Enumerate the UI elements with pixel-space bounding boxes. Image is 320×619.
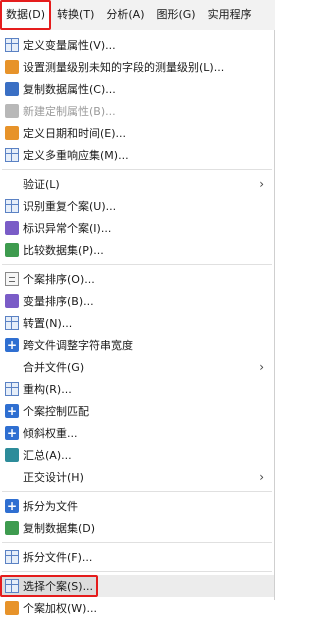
plus-icon: + bbox=[5, 338, 19, 352]
menu-graphs[interactable]: 图形(G) bbox=[150, 0, 201, 30]
separator bbox=[2, 264, 272, 265]
custom-attribute-icon bbox=[5, 104, 19, 118]
copy-properties-icon bbox=[5, 82, 19, 96]
menu-item-copy-dataset[interactable]: 复制数据集(D) bbox=[0, 517, 274, 539]
menu-item-define-variable-properties[interactable]: 定义变量属性(V)... bbox=[0, 34, 274, 56]
aggregate-icon bbox=[5, 448, 19, 462]
sort-cases-icon bbox=[5, 272, 19, 286]
plus-icon: + bbox=[5, 499, 19, 513]
menu-item-validation[interactable]: 验证(L) › bbox=[0, 173, 274, 195]
compare-datasets-icon bbox=[5, 243, 19, 257]
unusual-cases-icon bbox=[5, 221, 19, 235]
plus-icon: + bbox=[5, 426, 19, 440]
menu-item-copy-data-properties[interactable]: 复制数据属性(C)... bbox=[0, 78, 274, 100]
menu-item-set-measurement-level[interactable]: 设置测量级别未知的字段的测量级别(L)... bbox=[0, 56, 274, 78]
menu-item-orthogonal-design[interactable]: 正交设计(H) › bbox=[0, 466, 274, 488]
menu-item-split-file[interactable]: 拆分文件(F)... bbox=[0, 546, 274, 568]
chevron-right-icon: › bbox=[259, 177, 264, 191]
separator bbox=[2, 571, 272, 572]
sort-variables-icon bbox=[5, 294, 19, 308]
chevron-right-icon: › bbox=[259, 470, 264, 484]
menu-item-weight-cases[interactable]: 个案加权(W)... bbox=[0, 597, 274, 619]
menu-item-rake-weights[interactable]: + 倾斜权重... bbox=[0, 422, 274, 444]
data-dropdown-menu: 定义变量属性(V)... 设置测量级别未知的字段的测量级别(L)... 复制数据… bbox=[0, 30, 275, 615]
menu-bar: 数据(D) 转换(T) 分析(A) 图形(G) 实用程序 bbox=[0, 0, 275, 31]
menu-utilities[interactable]: 实用程序 bbox=[202, 0, 258, 30]
calendar-icon bbox=[5, 126, 19, 140]
copy-dataset-icon bbox=[5, 521, 19, 535]
menu-item-aggregate[interactable]: 汇总(A)... bbox=[0, 444, 274, 466]
chevron-right-icon: › bbox=[259, 360, 264, 374]
menu-item-define-multiple-response-sets[interactable]: 定义多重响应集(M)... bbox=[0, 144, 274, 166]
menu-item-merge-files[interactable]: 合并文件(G) › bbox=[0, 356, 274, 378]
menu-item-define-dates[interactable]: 定义日期和时间(E)... bbox=[0, 122, 274, 144]
menu-item-sort-cases[interactable]: 个案排序(O)... bbox=[0, 268, 274, 290]
menu-item-case-control-matching[interactable]: + 个案控制匹配 bbox=[0, 400, 274, 422]
weight-cases-icon bbox=[5, 601, 19, 615]
separator bbox=[2, 542, 272, 543]
menu-item-adjust-string-widths[interactable]: + 跨文件调整字符串宽度 bbox=[0, 334, 274, 356]
menu-transform[interactable]: 转换(T) bbox=[51, 0, 100, 30]
separator bbox=[2, 491, 272, 492]
select-cases-icon bbox=[5, 579, 19, 593]
menu-item-identify-duplicate-cases[interactable]: 识别重复个案(U)... bbox=[0, 195, 274, 217]
variable-properties-icon bbox=[5, 38, 19, 52]
menu-item-split-into-files[interactable]: + 拆分为文件 bbox=[0, 495, 274, 517]
duplicate-cases-icon bbox=[5, 199, 19, 213]
menu-analyze[interactable]: 分析(A) bbox=[100, 0, 150, 30]
separator bbox=[2, 169, 272, 170]
menu-item-sort-variables[interactable]: 变量排序(B)... bbox=[0, 290, 274, 312]
menu-item-select-cases[interactable]: 选择个案(S)... bbox=[0, 575, 98, 597]
menu-data[interactable]: 数据(D) bbox=[0, 0, 52, 30]
plus-icon: + bbox=[5, 404, 19, 418]
measurement-level-icon bbox=[5, 60, 19, 74]
menu-item-transpose[interactable]: 转置(N)... bbox=[0, 312, 274, 334]
menu-item-new-custom-attribute: 新建定制属性(B)... bbox=[0, 100, 274, 122]
multiple-response-icon bbox=[5, 148, 19, 162]
transpose-icon bbox=[5, 316, 19, 330]
restructure-icon bbox=[5, 382, 19, 396]
menu-item-restructure[interactable]: 重构(R)... bbox=[0, 378, 274, 400]
hover-band bbox=[98, 575, 274, 597]
menu-item-identify-unusual-cases[interactable]: 标识异常个案(I)... bbox=[0, 217, 274, 239]
split-file-icon bbox=[5, 550, 19, 564]
menu-item-compare-datasets[interactable]: 比较数据集(P)... bbox=[0, 239, 274, 261]
